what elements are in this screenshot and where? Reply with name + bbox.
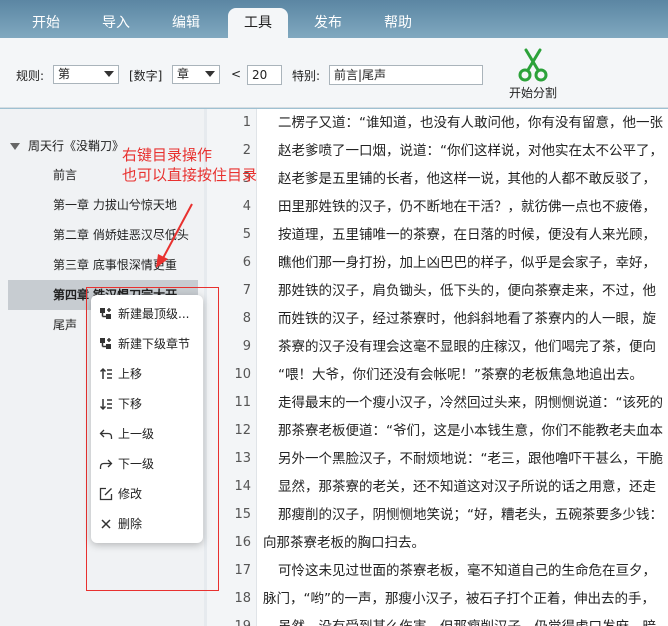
expand-caret-icon[interactable] — [10, 143, 20, 150]
line-text: 赵老爹是五里铺的长者，他这样一说，其他的人都不敢反驳了， — [278, 171, 656, 187]
start-split-label: 开始分割 — [508, 86, 557, 100]
menu-item-label: 上一级 — [118, 427, 155, 441]
move-up-icon — [99, 367, 112, 379]
line-text: 向那茶寮老板的胸口扫去。 — [263, 535, 425, 551]
menu-item-new-sub-chapter[interactable]: 新建下级章节 — [91, 329, 203, 359]
editor-line[interactable]: 15 那瘦削的汉子，阴恻恻地笑说；“好，糟老头，五碗茶要多少钱： — [207, 501, 668, 529]
new-top-level-icon — [100, 308, 111, 319]
menu-item-level-down[interactable]: 下一级 — [91, 449, 203, 479]
tab-import[interactable]: 导入 — [88, 8, 144, 38]
line-text: “喂！大爷，你们还没有会帐呢！”茶寮的老板焦急地追出去。 — [278, 367, 643, 383]
menu-item-edit[interactable]: 修改 — [91, 479, 203, 509]
editor-line[interactable]: 1 二楞子又道：“谁知道，也没有人敢问他，你有没有留意，他一张 — [207, 109, 668, 137]
tab-start[interactable]: 开始 — [18, 8, 74, 38]
delete-icon — [101, 519, 111, 529]
unit-select-value: 章 — [177, 67, 190, 81]
editor-line[interactable]: 18 脉门，“哟”的一声，那瘦小汉子，被石子打个正着，伸出去的手， — [207, 585, 668, 613]
annotation-text: 右键目录操作 也可以直接按住目录 — [122, 145, 257, 185]
editor-line[interactable]: 12 那茶寮老板便道：“爷们，这是小本钱生意，你们不能教老夫血本 — [207, 417, 668, 445]
special-label: 特别: — [292, 69, 321, 83]
tab-help[interactable]: 帮助 — [370, 8, 426, 38]
menu-item-delete[interactable]: 删除 — [91, 509, 203, 539]
scissors-icon — [518, 48, 548, 82]
less-than-label: < — [231, 67, 242, 81]
line-text: 那姓铁的汉子，肩负锄头，低下头的，便向茶寮走来，不过，他 — [278, 283, 656, 299]
line-text: 脉门，“哟”的一声，那瘦小汉子，被石子打个正着，伸出去的手， — [263, 591, 655, 607]
tab-tools[interactable]: 工具 — [228, 8, 288, 38]
line-text: 虽然，没有受到甚么伤害，但那瘦削汉子，仍觉得虎口发麻，暗 — [278, 613, 656, 626]
editor-line[interactable]: 5 按道理，五里铺唯一的茶寮，在日落的时候，便没有人来光顾， — [207, 221, 668, 249]
new-sub-chapter-icon — [100, 338, 111, 349]
menu-bar: 开始 导入 编辑 工具 发布 帮助 — [0, 6, 668, 38]
menu-item-label: 下一级 — [118, 457, 155, 471]
menu-item-label: 新建下级章节 — [118, 337, 191, 351]
level-down-icon — [99, 459, 113, 469]
annotation-line-1: 右键目录操作 — [122, 146, 213, 164]
chevron-down-icon — [205, 71, 215, 77]
editor-line[interactable]: 14 显然，那茶寮的老关，还不知道这对汉子所说的话之用意，还走 — [207, 473, 668, 501]
menu-item-label: 新建最顶级... — [118, 307, 190, 321]
max-number-input[interactable]: 20 — [247, 65, 282, 85]
level-up-icon — [99, 429, 113, 439]
context-menu: 新建最顶级... 新建下级章节 上移 下移 上一级 下一级 修改 删除 — [91, 295, 203, 543]
move-down-icon — [99, 399, 112, 411]
line-text: 而姓铁的汉子，经过茶寮时，他斜斜地看了茶寮内的人一眼，旋 — [278, 311, 656, 327]
editor-line[interactable]: 16 向那茶寮老板的胸口扫去。 — [207, 529, 668, 557]
menu-item-move-up[interactable]: 上移 — [91, 359, 203, 389]
tab-publish[interactable]: 发布 — [300, 8, 356, 38]
menu-item-label: 下移 — [118, 397, 143, 411]
tab-edit[interactable]: 编辑 — [158, 8, 214, 38]
line-text: 另外一个黑脸汉子，不耐烦地说：“老三，跟他噜吓干甚么，干脆 — [278, 451, 663, 467]
editor-line[interactable]: 19 虽然，没有受到甚么伤害，但那瘦削汉子，仍觉得虎口发麻，暗 — [207, 613, 668, 626]
editor-line[interactable]: 9 茶寮的汉子没有理会这毫不显眼的庄稼汉，他们喝完了茶，便向 — [207, 333, 668, 361]
rule-select[interactable]: 第 — [53, 65, 119, 84]
menu-item-label: 修改 — [118, 487, 143, 501]
menu-item-move-down[interactable]: 下移 — [91, 389, 203, 419]
start-split-button[interactable]: 开始分割 — [505, 46, 561, 102]
line-number: 6 — [242, 255, 251, 270]
menu-item-label: 上移 — [118, 367, 143, 381]
editor-line[interactable]: 7 那姓铁的汉子，肩负锄头，低下头的，便向茶寮走来，不过，他 — [207, 277, 668, 305]
line-number: 19 — [207, 613, 251, 626]
line-number: 5 — [242, 227, 251, 242]
line-text: 走得最末的一个瘦小汉子，冷然回过头来，阴恻恻说道：“该死的 — [278, 395, 663, 411]
line-text: 赵老爹喷了一口烟，说道：“你们这样说，对他实在太不公平了， — [278, 143, 663, 159]
editor-line[interactable]: 10 “喂！大爷，你们还没有会帐呢！”茶寮的老板焦急地追出去。 — [207, 361, 668, 389]
text-editor[interactable]: 1 二楞子又道：“谁知道，也没有人敢问他，你有没有留意，他一张 2 赵老爹喷了一口烟，… — [207, 109, 668, 626]
editor-line[interactable]: 4 田里那姓铁的汉子，仍不断地在干活？，就彷佛一点也不疲倦， — [207, 193, 668, 221]
number-label: [数字] — [129, 69, 163, 83]
line-text: 二楞子又道：“谁知道，也没有人敢问他，你有没有留意，他一张 — [278, 115, 663, 131]
line-number: 1 — [242, 115, 251, 130]
chevron-down-icon — [104, 71, 114, 77]
editor-line[interactable]: 6 瞧他们那一身打扮，加上凶巴巴的样子，似乎是会家子，幸好， — [207, 249, 668, 277]
line-text: 茶寮的汉子没有理会这毫不显眼的庄稼汉，他们喝完了茶，便向 — [278, 339, 656, 355]
editor-line[interactable]: 8 而姓铁的汉子，经过茶寮时，他斜斜地看了茶寮内的人一眼，旋 — [207, 305, 668, 333]
editor-line[interactable]: 11 走得最末的一个瘦小汉子，冷然回过头来，阴恻恻说道：“该死的 — [207, 389, 668, 417]
menu-item-level-up[interactable]: 上一级 — [91, 419, 203, 449]
editor-line[interactable]: 3 赵老爹是五里铺的长者，他这样一说，其他的人都不敢反驳了， — [207, 165, 668, 193]
toolbar: 规则: 第 [数字] 章 < 20 特别: 前言|尾声 开始分割 — [0, 38, 668, 108]
editor-line[interactable]: 17 可怜这未见过世面的茶寮老板，毫不知道自己的生命危在亘夕， — [207, 557, 668, 585]
annotation-line-2: 也可以直接按住目录 — [122, 166, 258, 184]
line-text: 按道理，五里铺唯一的茶寮，在日落的时候，便没有人来光顾， — [278, 227, 656, 243]
editor-line[interactable]: 13 另外一个黑脸汉子，不耐烦地说：“老三，跟他噜吓干甚么，干脆 — [207, 445, 668, 473]
line-text: 显然，那茶寮的老关，还不知道这对汉子所说的话之用意，还走 — [278, 479, 656, 495]
line-number: 4 — [242, 199, 251, 214]
tree-root[interactable]: 周天行《没鞘刀》 — [10, 137, 124, 154]
unit-select[interactable]: 章 — [172, 65, 220, 84]
line-text: 田里那姓铁的汉子，仍不断地在干活？，就彷佛一点也不疲倦， — [278, 199, 656, 215]
editor-line[interactable]: 2 赵老爹喷了一口烟，说道：“你们这样说，对他实在太不公平了， — [207, 137, 668, 165]
menu-item-label: 删除 — [118, 517, 143, 531]
special-input[interactable]: 前言|尾声 — [329, 65, 483, 85]
line-text: 那瘦削的汉子，阴恻恻地笑说；“好，糟老头，五碗茶要多少钱： — [278, 507, 663, 523]
rule-select-value: 第 — [58, 67, 71, 81]
edit-icon — [99, 487, 113, 501]
tree-root-label: 周天行《没鞘刀》 — [28, 139, 125, 153]
menu-item-new-top-level[interactable]: 新建最顶级... — [91, 299, 203, 329]
annotation-arrow-icon — [156, 203, 193, 268]
line-text: 可怜这未见过世面的茶寮老板，毫不知道自己的生命危在亘夕， — [278, 563, 656, 579]
line-text: 瞧他们那一身打扮，加上凶巴巴的样子，似乎是会家子，幸好， — [278, 255, 656, 271]
rule-label: 规则: — [16, 69, 45, 83]
line-text: 那茶寮老板便道：“爷们，这是小本钱生意，你们不能教老夫血本 — [278, 423, 663, 439]
